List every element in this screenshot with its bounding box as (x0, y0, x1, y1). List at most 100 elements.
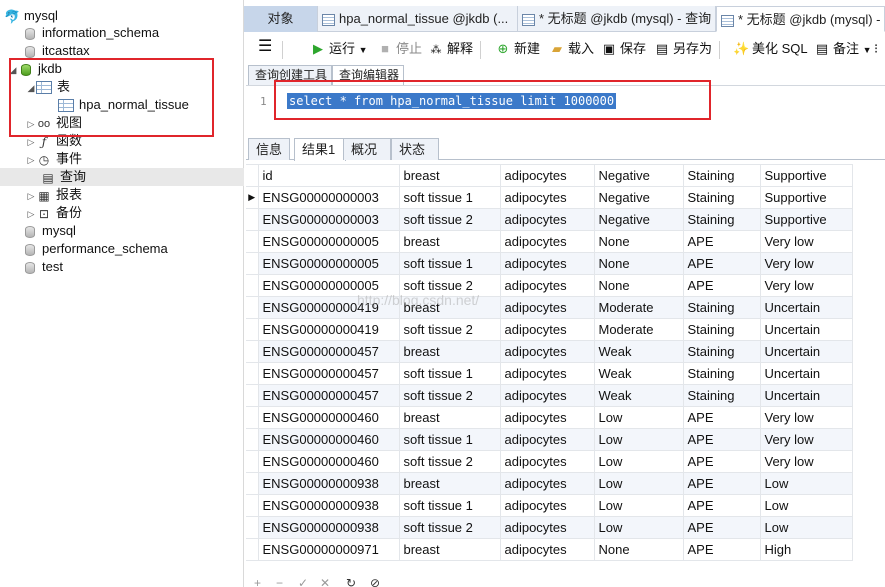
table-row[interactable]: ENSG00000000457 soft tissue 2 adipocytes We… (246, 384, 853, 407)
discard-icon[interactable]: ✕ (320, 577, 330, 587)
table-cell[interactable]: APE (682, 516, 761, 539)
sql-editor[interactable]: 1 select * from hpa_normal_tissue limit … (246, 85, 885, 135)
run-button[interactable]: ▶ 运行 ▼ (310, 40, 368, 58)
table-cell[interactable]: Uncertain (759, 384, 853, 407)
table-cell[interactable]: Negative (593, 186, 684, 209)
tree-item-hpa-normal-tissue[interactable]: hpa_normal_tissue (58, 96, 189, 114)
table-cell[interactable]: soft tissue 2 (398, 384, 501, 407)
tab-profile[interactable]: 概况 (343, 138, 391, 160)
table-cell[interactable]: APE (682, 450, 761, 473)
table-cell[interactable]: ENSG00000000938 (257, 494, 400, 517)
table-cell[interactable]: Low (593, 450, 684, 473)
table-row[interactable]: ENSG00000000005 soft tissue 2 adipocytes No… (246, 274, 853, 297)
table-cell[interactable]: Low (593, 472, 684, 495)
table-cell[interactable]: Low (759, 472, 853, 495)
column-header[interactable]: Negative (593, 164, 684, 187)
tab-status[interactable]: 状态 (391, 138, 439, 160)
tree-item-functions[interactable]: ▷ ƒ 函数 (26, 132, 82, 150)
table-cell[interactable]: Very low (759, 450, 853, 473)
table-cell[interactable]: soft tissue 2 (398, 450, 501, 473)
table-cell[interactable]: Weak (593, 362, 684, 385)
table-cell[interactable]: Uncertain (759, 296, 853, 319)
refresh-icon[interactable]: ↻ (346, 577, 356, 587)
table-cell[interactable]: adipocytes (499, 494, 595, 517)
table-cell[interactable]: ENSG00000000005 (257, 274, 400, 297)
table-cell[interactable]: Very low (759, 252, 853, 275)
table-cell[interactable]: adipocytes (499, 318, 595, 341)
expanded-arrow-icon[interactable]: ◢ (8, 61, 18, 79)
expanded-arrow-icon[interactable]: ◢ (26, 79, 36, 97)
table-cell[interactable]: ENSG00000000971 (257, 538, 400, 561)
tree-item-tables[interactable]: ◢ 表 (26, 78, 70, 96)
collapsed-arrow-icon[interactable]: ▷ (26, 205, 36, 223)
stop-button[interactable]: ■ 停止 (377, 40, 422, 58)
table-cell[interactable]: ENSG00000000460 (257, 450, 400, 473)
table-cell[interactable]: None (593, 252, 684, 275)
table-cell[interactable]: None (593, 274, 684, 297)
table-cell[interactable]: adipocytes (499, 274, 595, 297)
table-cell[interactable]: APE (682, 538, 761, 561)
collapsed-arrow-icon[interactable]: ▷ (26, 115, 36, 133)
table-cell[interactable]: Low (759, 516, 853, 539)
new-query-button[interactable]: ⊕ 新建 (495, 40, 540, 58)
table-cell[interactable]: soft tissue 1 (398, 252, 501, 275)
table-row[interactable]: ▶ ENSG00000000003 soft tissue 1 adipocytes N… (246, 186, 853, 209)
table-cell[interactable]: adipocytes (499, 450, 595, 473)
table-cell[interactable]: Staining (682, 340, 761, 363)
tab-objects[interactable]: 对象 (244, 6, 318, 32)
tab-query-editor[interactable]: 查询编辑器 (332, 65, 404, 85)
tab-untitled-query-1[interactable]: * 无标题 @jkdb (mysql) - 查询 (518, 6, 716, 32)
table-cell[interactable]: APE (682, 274, 761, 297)
tree-item-queries[interactable]: ▤ 查询 (0, 168, 244, 186)
load-button[interactable]: ▰ 载入 (549, 40, 594, 58)
table-row[interactable]: ENSG00000000419 soft tissue 2 adipocytes Mo… (246, 318, 853, 341)
table-row[interactable]: ENSG00000000005 soft tissue 1 adipocytes No… (246, 252, 853, 275)
table-row[interactable]: ENSG00000000003 soft tissue 2 adipocytes Ne… (246, 208, 853, 231)
table-cell[interactable]: adipocytes (499, 516, 595, 539)
column-header[interactable]: breast (398, 164, 501, 187)
tree-item-performance-schema[interactable]: performance_schema (22, 240, 168, 258)
table-cell[interactable]: Very low (759, 428, 853, 451)
table-cell[interactable]: ENSG00000000457 (257, 340, 400, 363)
table-cell[interactable]: soft tissue 2 (398, 274, 501, 297)
stop-icon[interactable]: ⊘ (370, 577, 380, 587)
tree-item-itcasttax[interactable]: itcasttax (22, 42, 90, 60)
table-cell[interactable]: Moderate (593, 296, 684, 319)
table-row[interactable]: ENSG00000000005 breast adipocytes None APE Ve… (246, 230, 853, 253)
delete-record-icon[interactable]: − (276, 577, 283, 587)
table-cell[interactable]: Staining (682, 186, 761, 209)
table-cell[interactable]: Moderate (593, 318, 684, 341)
tree-item-test[interactable]: test (22, 258, 63, 276)
table-cell[interactable]: adipocytes (499, 296, 595, 319)
table-row[interactable]: ENSG00000000938 soft tissue 1 adipocytes Lo… (246, 494, 853, 517)
table-cell[interactable]: Staining (682, 318, 761, 341)
save-as-button[interactable]: ▤ 另存为 (654, 40, 712, 58)
table-cell[interactable]: ENSG00000000003 (257, 186, 400, 209)
apply-icon[interactable]: ✓ (298, 577, 308, 587)
table-cell[interactable]: None (593, 230, 684, 253)
table-cell[interactable]: Weak (593, 340, 684, 363)
table-cell[interactable]: adipocytes (499, 340, 595, 363)
table-row[interactable]: ENSG00000000460 breast adipocytes Low APE Ver… (246, 406, 853, 429)
table-row[interactable]: ENSG00000000457 soft tissue 1 adipocytes We… (246, 362, 853, 385)
table-row[interactable]: ENSG00000000971 breast adipocytes None APE Hi… (246, 538, 853, 561)
table-cell[interactable]: breast (398, 340, 501, 363)
table-cell[interactable]: APE (682, 472, 761, 495)
table-cell[interactable]: APE (682, 230, 761, 253)
table-cell[interactable]: ENSG00000000005 (257, 252, 400, 275)
tree-item-backups[interactable]: ▷ ⊡ 备份 (26, 204, 82, 222)
table-cell[interactable]: breast (398, 406, 501, 429)
table-cell[interactable]: ENSG00000000457 (257, 362, 400, 385)
tree-item-jkdb[interactable]: ◢ jkdb (8, 60, 62, 78)
explain-button[interactable]: ⁂ 解释 (428, 40, 474, 58)
table-cell[interactable]: APE (682, 252, 761, 275)
table-cell[interactable]: Weak (593, 384, 684, 407)
table-row[interactable]: ENSG00000000457 breast adipocytes Weak Stain… (246, 340, 853, 363)
table-cell[interactable]: Low (593, 516, 684, 539)
table-cell[interactable]: Low (593, 428, 684, 451)
table-cell[interactable]: soft tissue 1 (398, 494, 501, 517)
table-cell[interactable]: adipocytes (499, 186, 595, 209)
table-cell[interactable]: adipocytes (499, 538, 595, 561)
table-cell[interactable]: ENSG00000000460 (257, 428, 400, 451)
table-cell[interactable]: Staining (682, 362, 761, 385)
